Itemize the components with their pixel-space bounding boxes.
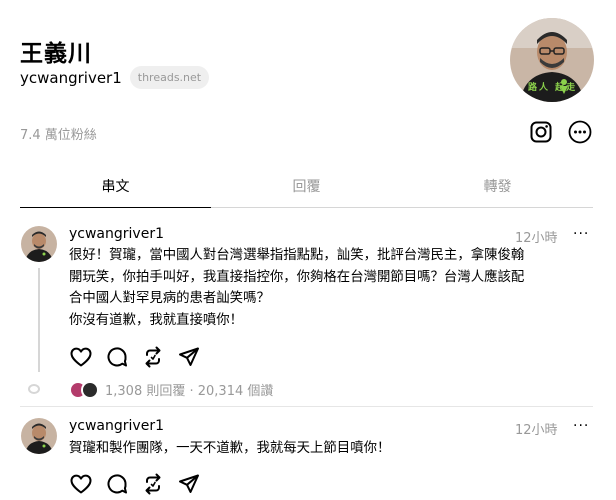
share-icon[interactable] xyxy=(177,345,201,369)
avatar-shirt-text: 路人 起走 xyxy=(528,83,578,93)
tab-threads[interactable]: 串文 xyxy=(20,164,211,208)
heart-icon[interactable] xyxy=(69,472,93,496)
post-body: 賀瓏和製作團隊，一天不道歉，我就每天上節目噴你！ xyxy=(69,438,589,460)
followers-count[interactable]: 7.4 萬位粉絲 xyxy=(20,124,97,143)
post-avatar[interactable] xyxy=(21,418,57,454)
domain-badge[interactable]: threads.net xyxy=(129,66,210,89)
post-avatar[interactable] xyxy=(21,226,57,262)
post-body: 很好！賀瓏，當中國人對台灣選舉指指點點，訕笑，批評台灣民主，拿陳俊翰 開玩笑，你… xyxy=(69,245,589,331)
post-line: 開玩笑，你拍手叫好，我直接指控你，你夠格在台灣開節目嗎？台灣人應該配 xyxy=(69,269,525,285)
post-line: 賀瓏和製作團隊，一天不道歉，我就每天上節目噴你！ xyxy=(69,441,391,456)
heart-icon[interactable] xyxy=(69,345,93,369)
more-circle-icon[interactable] xyxy=(568,120,592,144)
profile-avatar[interactable]: 路人 起走 xyxy=(510,18,594,102)
repost-icon[interactable] xyxy=(141,345,165,369)
post-more-button[interactable]: ··· xyxy=(573,418,589,434)
comment-icon[interactable] xyxy=(105,345,129,369)
post-timestamp[interactable]: 12小時 xyxy=(515,419,558,438)
thread-end-marker xyxy=(28,384,40,394)
instagram-icon[interactable] xyxy=(529,120,553,144)
post-username[interactable]: ycwangriver1 xyxy=(69,418,164,434)
post-line: 很好！賀瓏，當中國人對台灣選舉指指點點，訕笑，批評台灣民主，拿陳俊翰 xyxy=(69,248,525,263)
post-actions xyxy=(69,472,201,496)
profile-handle-row: ycwangriver1 threads.net xyxy=(20,66,210,89)
profile-name: 王義川 xyxy=(20,41,92,67)
share-icon[interactable] xyxy=(177,472,201,496)
profile-tabs: 串文 回覆 轉發 xyxy=(20,164,593,208)
post-stats: 1,308 則回覆 · 20,314 個讚 xyxy=(69,380,273,399)
post-line: 你沒有道歉，我就直接噴你！ xyxy=(69,312,244,328)
post-timestamp[interactable]: 12小時 xyxy=(515,227,558,246)
comment-icon[interactable] xyxy=(105,472,129,496)
reply-avatar xyxy=(81,380,99,399)
tab-replies[interactable]: 回覆 xyxy=(211,164,402,207)
tab-reposts[interactable]: 轉發 xyxy=(402,164,593,207)
profile-handle: ycwangriver1 xyxy=(20,68,122,87)
reply-like-count[interactable]: 1,308 則回覆 · 20,314 個讚 xyxy=(105,380,273,399)
post-divider xyxy=(20,406,593,407)
repost-icon[interactable] xyxy=(141,472,165,496)
thread-line xyxy=(38,268,40,372)
post-line: 合中國人對罕見病的患者訕笑嗎？ xyxy=(69,291,270,306)
post-username[interactable]: ycwangriver1 xyxy=(69,226,164,242)
post-more-button[interactable]: ··· xyxy=(573,226,589,242)
post-actions xyxy=(69,345,201,369)
